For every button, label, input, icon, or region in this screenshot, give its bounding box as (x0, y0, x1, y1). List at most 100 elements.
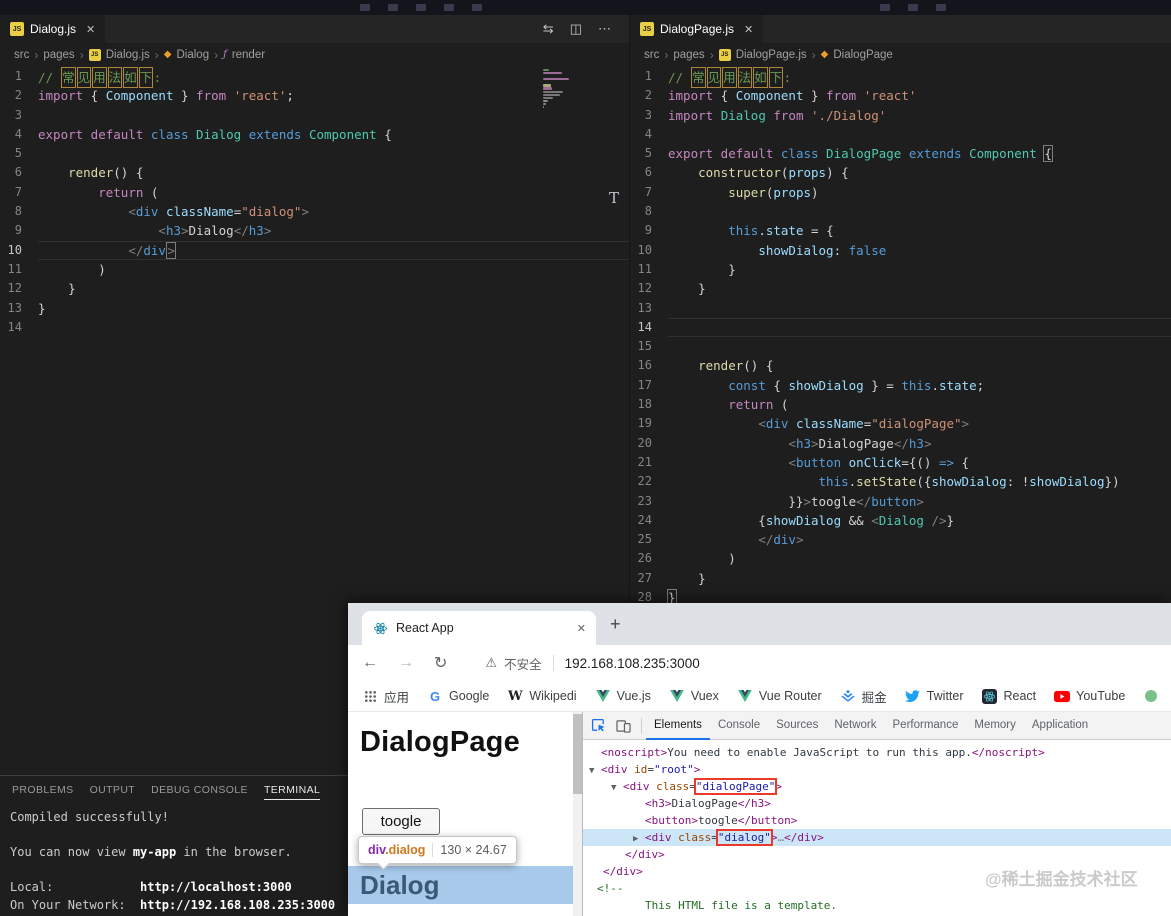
bookmark-Vue Router[interactable]: Vue Router (737, 688, 822, 704)
close-icon[interactable]: ✕ (86, 23, 95, 36)
tab-dialog-js[interactable]: JS Dialog.js ✕ (0, 15, 106, 43)
dom-tree-node[interactable]: <noscript>You need to enable JavaScript … (583, 744, 1171, 761)
devtools-tab-elements[interactable]: Elements (646, 712, 710, 740)
close-icon[interactable]: ✕ (577, 622, 586, 635)
dom-tree-node[interactable]: <h3>DialogPage</h3> (583, 795, 1171, 812)
code-line[interactable]: 9 <h3>Dialog</h3> (0, 221, 629, 240)
code-line[interactable]: 13} (0, 299, 629, 318)
code-line[interactable]: 1 // 常见用法如下: (630, 67, 1171, 89)
code-line[interactable]: 14 (0, 318, 629, 337)
devtools-tab-sources[interactable]: Sources (768, 712, 826, 740)
code-line[interactable]: 3 import Dialog from './Dialog' (630, 106, 1171, 125)
back-icon[interactable]: ← (362, 654, 378, 672)
breadcrumb-item-class[interactable]: DialogPage (833, 49, 892, 61)
breadcrumb-item-class[interactable]: Dialog (177, 49, 210, 61)
code-line[interactable]: 17 const { showDialog } = this.state; (630, 376, 1171, 395)
dom-tree-node[interactable]: <button>toogle</button> (583, 812, 1171, 829)
close-icon[interactable]: ✕ (744, 23, 753, 36)
code-line[interactable]: 14 (630, 318, 1171, 337)
code-line[interactable]: 2 import { Component } from 'react'; (0, 86, 629, 105)
code-line[interactable]: 11 ) (0, 260, 629, 279)
code-editor-dialogpage-js[interactable]: 1 // 常见用法如下: 2 import { Component } from 'r… (630, 67, 1171, 607)
code-line[interactable]: 7 super(props) (630, 183, 1171, 202)
bookmark-item[interactable] (1143, 688, 1159, 704)
code-line[interactable]: 16 render() { (630, 356, 1171, 375)
code-line[interactable]: 6 constructor(props) { (630, 163, 1171, 182)
code-line[interactable]: 1 // 常见用法如下: (0, 67, 629, 89)
code-line[interactable]: 10 showDial​og: false (630, 241, 1171, 260)
devtools-tab-network[interactable]: Network (826, 712, 884, 740)
bookmark-React[interactable]: React (982, 688, 1036, 704)
code-line[interactable]: 24 {showDialog && <Dialog />} (630, 511, 1171, 530)
code-line[interactable]: 6 render() { (0, 163, 629, 182)
breadcrumb-item-pages[interactable]: pages (673, 49, 704, 61)
devtools-tab-console[interactable]: Console (710, 712, 768, 740)
code-line[interactable]: 11 } (630, 260, 1171, 279)
code-line[interactable]: 5 (0, 144, 629, 163)
code-line[interactable]: 4 (630, 125, 1171, 144)
page-scrollbar[interactable] (573, 712, 582, 916)
code-line[interactable]: 2 import { Component } from 'react' (630, 86, 1171, 105)
browser-tab-react-app[interactable]: React App ✕ (362, 611, 596, 645)
code-line[interactable]: 7 return ( (0, 183, 629, 202)
bookmark-Google[interactable]: G Google (427, 688, 489, 704)
code-line[interactable]: 26 ) (630, 549, 1171, 568)
bookmark-掘金[interactable]: 掘金 (840, 687, 887, 706)
devtools-tab-memory[interactable]: Memory (966, 712, 1024, 740)
toogle-button[interactable]: toogle (362, 808, 440, 835)
device-toolbar-icon[interactable] (616, 719, 631, 733)
new-tab-button[interactable]: + (610, 614, 621, 635)
bookmark-YouTube[interactable]: YouTube (1054, 688, 1125, 704)
panel-tab-output[interactable]: OUTPUT (90, 784, 136, 800)
code-editor-dialog-js[interactable]: 1 // 常见用法如下: 2 import { Component } from 'r… (0, 67, 629, 337)
breadcrumb-item-src[interactable]: src (14, 49, 29, 61)
dom-tree-node[interactable]: ▶ <div class="dialog">…</div> (583, 829, 1171, 846)
panel-tab-debug-console[interactable]: DEBUG CONSOLE (151, 784, 248, 800)
breadcrumb-item-method[interactable]: render (232, 49, 265, 61)
breadcrumb-item-file[interactable]: Dialog.js (106, 49, 150, 61)
panel-tab-terminal[interactable]: TERMINAL (263, 784, 321, 800)
bookmark-Vuex[interactable]: Vuex (669, 688, 719, 704)
dom-tree-node[interactable]: ▼ <div class="dialogPage"> (583, 778, 1171, 795)
code-line[interactable]: 21 <button onClick={() => { (630, 453, 1171, 472)
code-line[interactable]: 15 (630, 337, 1171, 356)
breadcrumb-item-pages[interactable]: pages (43, 49, 74, 61)
terminal-output[interactable]: Compiled successfully! You can now view … (0, 805, 348, 915)
code-line[interactable]: 25 </div> (630, 530, 1171, 549)
code-line[interactable]: 18 return ( (630, 395, 1171, 414)
code-line[interactable]: 12 } (0, 279, 629, 298)
open-changes-icon[interactable]: ⇆ (543, 21, 554, 37)
code-line[interactable]: 10 </div > (0, 241, 629, 260)
breadcrumb-item-file[interactable]: DialogPage.js (736, 49, 807, 61)
devtools-tab-performance[interactable]: Performance (885, 712, 967, 740)
bookmark-Vue.js[interactable]: Vue.js (595, 688, 651, 704)
dom-tree-node[interactable]: ▼ <div id="root"> (583, 761, 1171, 778)
code-line[interactable]: 23 }}>toogle</button> (630, 492, 1171, 511)
dom-tree-node[interactable]: </div> (583, 846, 1171, 863)
code-line[interactable]: 12 } (630, 279, 1171, 298)
code-line[interactable]: 8 (630, 202, 1171, 221)
forward-icon[interactable]: → (398, 654, 414, 672)
bookmark-应用[interactable]: 应用 (362, 687, 409, 706)
reload-icon[interactable]: ↻ (434, 653, 447, 673)
bookmark-Wikipedi[interactable]: W Wikipedi (507, 688, 577, 704)
code-line[interactable]: 8 <div className="dialog"> (0, 202, 629, 221)
scrollbar-thumb[interactable] (573, 714, 582, 794)
minimap[interactable] (543, 69, 587, 112)
code-line[interactable]: 19 <div className="dialogPage"> (630, 414, 1171, 433)
code-line[interactable]: 9 this.state = { (630, 221, 1171, 240)
code-line[interactable]: 20 <h3>DialogPage</h3> (630, 434, 1171, 453)
code-line[interactable]: 4 export default class Dialog extends Com… (0, 125, 629, 144)
bookmark-Twitter[interactable]: Twitter (905, 688, 964, 704)
code-line[interactable]: 3 (0, 106, 629, 125)
code-line[interactable]: 13 (630, 299, 1171, 318)
code-line[interactable]: 22 this.setState({showDialog: !showDialo… (630, 472, 1171, 491)
more-actions-icon[interactable]: ⋯ (598, 21, 611, 37)
dom-tree-node[interactable]: This HTML file is a template. (583, 897, 1171, 914)
breadcrumb-item-src[interactable]: src (644, 49, 659, 61)
devtools-tab-application[interactable]: Application (1024, 712, 1096, 740)
code-line[interactable]: 27 } (630, 569, 1171, 588)
split-editor-icon[interactable]: ◫ (570, 21, 582, 37)
code-line[interactable]: 5 export default class DialogPage extends… (630, 144, 1171, 163)
inspect-element-icon[interactable] (591, 718, 606, 733)
